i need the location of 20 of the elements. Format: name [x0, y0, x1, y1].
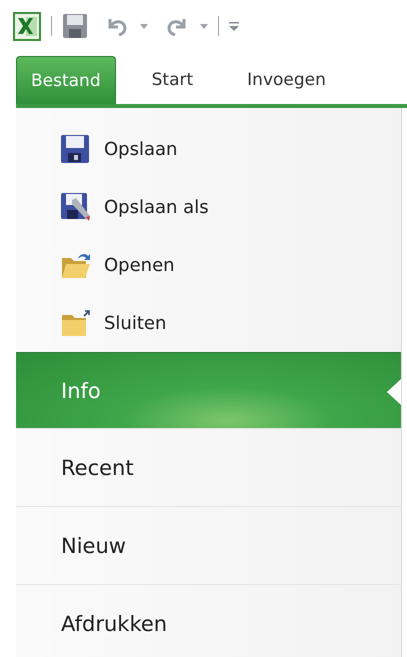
closed-folder-icon: [60, 308, 90, 338]
menu-page-item[interactable]: Recent: [16, 428, 401, 506]
save-icon[interactable]: [62, 13, 88, 39]
dropdown-icon[interactable]: [140, 24, 148, 28]
menu-page-item[interactable]: Afdrukken: [16, 584, 401, 657]
undo-icon[interactable]: [106, 16, 128, 36]
customize-menu-icon[interactable]: [229, 21, 239, 31]
save-icon: [60, 134, 90, 164]
menu-command[interactable]: Opslaan: [16, 120, 401, 178]
menu-command[interactable]: Opslaan als: [16, 178, 401, 236]
save-as-icon: [60, 192, 90, 222]
tab[interactable]: Invoegen: [231, 56, 342, 104]
menu-command[interactable]: Openen: [16, 236, 401, 294]
tab[interactable]: Start: [136, 56, 210, 104]
spreadsheet-app-icon[interactable]: [13, 12, 41, 40]
menu-page-item[interactable]: Nieuw: [16, 506, 401, 584]
menu-command[interactable]: Sluiten: [16, 294, 401, 352]
redo-icon[interactable]: [166, 16, 188, 36]
dropdown-icon[interactable]: [200, 24, 208, 28]
selection-pointer-icon: [387, 379, 401, 405]
